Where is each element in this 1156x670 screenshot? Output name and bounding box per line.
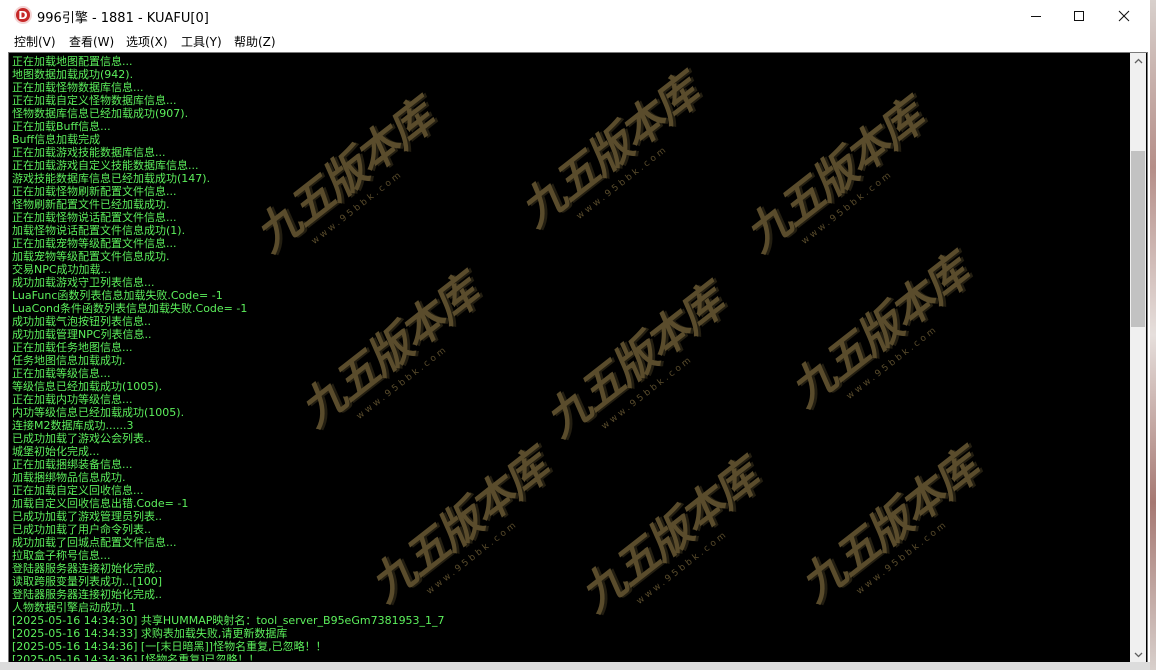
window-title: 996引擎 - 1881 - KUAFU[0] (37, 11, 209, 26)
main-window: D 996引擎 - 1881 - KUAFU[0] 控制(V) 查看(W) 选项… (0, 0, 1151, 670)
console-line: 登陆器服务器连接初始化完成.. (12, 588, 162, 601)
background-window-edge (1150, 0, 1156, 670)
console-line: 正在加载内功等级信息... (12, 393, 133, 406)
console-line: 正在加载游戏技能数据库信息... (12, 146, 166, 159)
console-line: 等级信息已经加载成功(1005). (12, 380, 163, 393)
console-line: 游戏技能数据库信息已经加载成功(147). (12, 172, 211, 185)
console-line: 正在加载怪物说话配置文件信息... (12, 211, 177, 224)
menu-view[interactable]: 查看(W) (69, 33, 114, 50)
console-line: 人物数据引擎启动成功..1 (12, 601, 136, 614)
console-line: 加载宠物等级配置文件信息成功. (12, 250, 170, 263)
console-line: 已成功加载了游戏公会列表.. (12, 432, 151, 445)
console-line: LuaCond条件函数列表信息加载失败.Code= -1 (12, 302, 248, 315)
app-logo-icon: D (14, 6, 32, 24)
console-line: [2025-05-16 14:34:33] 求购表加载失败,请更新数据库 (12, 627, 288, 640)
console-line: 拉取盒子称号信息... (12, 549, 111, 562)
console-line: 交易NPC成功加载... (12, 263, 112, 276)
maximize-button[interactable] (1056, 0, 1102, 31)
scrollbar-thumb[interactable] (1131, 151, 1145, 327)
console-line: Buff信息加载完成 (12, 133, 101, 146)
console-line: 成功加载了回城点配置文件信息... (12, 536, 177, 549)
close-icon (1118, 10, 1130, 21)
console-log[interactable]: 正在加载地图配置信息... 地图数据加载成功(942). 正在加载怪物数据库信息..… (12, 55, 1128, 661)
console-line: 成功加载气泡按钮列表信息.. (12, 315, 151, 328)
minimize-button[interactable] (1013, 0, 1059, 31)
console-line: 正在加载任务地图信息... (12, 341, 133, 354)
console-line: 正在加载怪物刷新配置文件信息... (12, 185, 177, 198)
console-line: 正在加载游戏自定义技能数据库信息... (12, 159, 199, 172)
console-line: 正在加载宠物等级配置文件信息... (12, 237, 177, 250)
console-line: 成功加载管理NPC列表信息.. (12, 328, 152, 341)
console-line: 正在加载怪物数据库信息... (12, 81, 144, 94)
console-line: 正在加载Buff信息... (12, 120, 111, 133)
scroll-down-arrow-icon[interactable] (1130, 647, 1146, 663)
console-line: 登陆器服务器连接初始化完成.. (12, 562, 162, 575)
maximize-icon (1074, 10, 1084, 21)
scroll-up-arrow-icon[interactable] (1130, 53, 1146, 69)
console-line: 城堡初始化完成... (12, 445, 100, 458)
console-line: 正在加载自定义怪物数据库信息... (12, 94, 177, 107)
menu-help[interactable]: 帮助(Z) (234, 33, 276, 50)
close-button[interactable] (1101, 0, 1147, 31)
menu-tools[interactable]: 工具(Y) (181, 33, 222, 50)
console-line: 怪物数据库信息已经加载成功(907). (12, 107, 189, 120)
console-line: 加载捆绑物品信息成功. (12, 471, 126, 484)
minimize-icon (1031, 15, 1041, 17)
console-line: 加载自定义回收信息出错.Code= -1 (12, 497, 189, 510)
menu-options[interactable]: 选项(X) (126, 33, 168, 50)
console-line: 正在加载捆绑装备信息... (12, 458, 133, 471)
console-line: 怪物刷新配置文件已经加载成功. (12, 198, 170, 211)
console-line: [2025-05-16 14:34:36] [一[末日暗黑]]怪物名重复,已忽略… (12, 640, 327, 653)
console-line: [2025-05-16 14:34:36] [怪物名重复]已忽略！！ (12, 653, 260, 661)
console-line: 连接M2数据库成功......3 (12, 419, 134, 432)
console-line: 正在加载等级信息... (12, 367, 111, 380)
menu-bar: 控制(V) 查看(W) 选项(X) 工具(Y) 帮助(Z) (0, 31, 1150, 51)
console-line: 加载怪物说话配置文件信息成功(1). (12, 224, 186, 237)
console-line: 正在加载地图配置信息... (12, 55, 133, 68)
console-line: 正在加载自定义回收信息... (12, 484, 144, 497)
console-line: 读取跨服变量列表成功...[100] (12, 575, 163, 588)
console-line: 成功加载游戏守卫列表信息... (12, 276, 155, 289)
console-line: 已成功加载了游戏管理员列表.. (12, 510, 162, 523)
console-line: LuaFunc函数列表信息加载失败.Code= -1 (12, 289, 223, 302)
console-line: 内功等级信息已经加载成功(1005). (12, 406, 185, 419)
title-bar[interactable]: D 996引擎 - 1881 - KUAFU[0] (0, 0, 1150, 31)
console-line: 已成功加载了用户命令列表.. (12, 523, 151, 536)
console-line: [2025-05-16 14:34:30] 共享HUMMAP映射名：tool_s… (12, 614, 445, 627)
vertical-scrollbar[interactable] (1130, 53, 1146, 663)
console-panel: 九五版本库 www.95bbk.com 九五版本库 www.95bbk.com 九五… (8, 52, 1148, 664)
menu-control[interactable]: 控制(V) (14, 33, 56, 50)
console-line: 任务地图信息加载成功. (12, 354, 126, 367)
status-bar (0, 662, 1150, 670)
console-line: 地图数据加载成功(942). (12, 68, 134, 81)
